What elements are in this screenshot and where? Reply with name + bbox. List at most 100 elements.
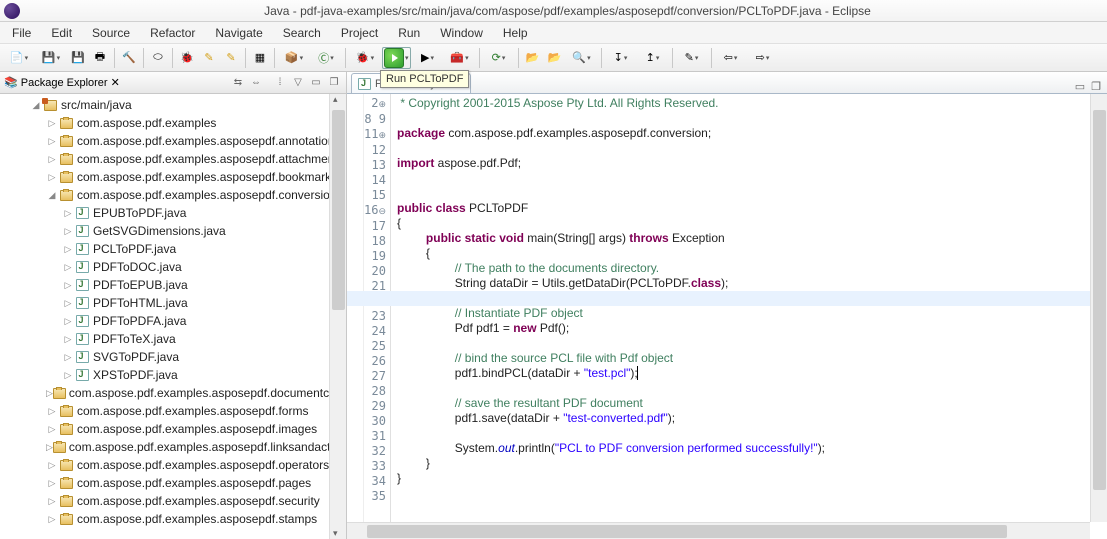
editor-hscrollbar[interactable]	[347, 522, 1090, 539]
package-icon	[60, 424, 73, 435]
pkg-item[interactable]: com.aspose.pdf.examples.asposepdf.docume…	[69, 386, 346, 400]
new-package-button[interactable]: 📦▾	[279, 48, 309, 68]
pkg-item[interactable]: com.aspose.pdf.examples.asposepdf.linksa…	[69, 440, 346, 454]
editor-vscrollbar[interactable]	[1090, 94, 1107, 522]
open-type-button[interactable]: 📂	[523, 48, 543, 68]
new-class-button[interactable]: Ⓒ▾	[311, 48, 341, 68]
external-tools-button[interactable]: 🧰▾	[445, 48, 475, 68]
pkg-item-open[interactable]: com.aspose.pdf.examples.asposepdf.conver…	[77, 188, 336, 202]
menu-source[interactable]: Source	[84, 24, 138, 42]
file-item[interactable]: PDFToHTML.java	[93, 296, 188, 310]
editor-area: PCLToPDF.java ✕ ▭ ❐ 2⊕ 8 9 11⊕ 12 13 14 …	[347, 72, 1107, 539]
last-edit-button[interactable]: ✎▾	[677, 48, 707, 68]
menu-bar: File Edit Source Refactor Navigate Searc…	[0, 22, 1107, 44]
pkg-item[interactable]: com.aspose.pdf.examples.asposepdf.annota…	[77, 134, 341, 148]
menu-edit[interactable]: Edit	[43, 24, 80, 42]
pkg-item[interactable]: com.aspose.pdf.examples.asposepdf.pages	[77, 476, 311, 490]
code-content[interactable]: * Copyright 2001-2015 Aspose Pty Ltd. Al…	[391, 94, 1107, 539]
forward-button[interactable]: ⇨▾	[748, 48, 778, 68]
profile-button[interactable]: ✎	[221, 48, 241, 68]
file-item[interactable]: PDFToDOC.java	[93, 260, 182, 274]
file-item[interactable]: PDFToTeX.java	[93, 332, 176, 346]
collapse-all-button[interactable]: ⇆	[230, 75, 246, 91]
src-folder[interactable]: src/main/java	[61, 98, 132, 112]
package-icon: 📚	[4, 76, 18, 89]
file-item[interactable]: EPUBToPDF.java	[93, 206, 186, 220]
file-item[interactable]: XPSToPDF.java	[93, 368, 178, 382]
pkg-item[interactable]: com.aspose.pdf.examples.asposepdf.images	[77, 422, 317, 436]
editor-gutter[interactable]: 2⊕ 8 9 11⊕ 12 13 14 15 16⊖ 17 18 19 20 2…	[347, 94, 391, 539]
menu-window[interactable]: Window	[432, 24, 491, 42]
save-all-button[interactable]: 💾	[68, 48, 88, 68]
file-item[interactable]: GetSVGDimensions.java	[93, 224, 226, 238]
package-tree[interactable]: ◢src/main/java ▷com.aspose.pdf.examples …	[0, 94, 346, 539]
search-button[interactable]: 🔍▾	[567, 48, 597, 68]
java-file-icon	[76, 297, 89, 309]
code-text: Pdf();	[537, 321, 570, 335]
annotation-prev-button[interactable]: ↥▾	[638, 48, 668, 68]
code-kw: package	[397, 126, 445, 140]
pkg-item[interactable]: com.aspose.pdf.examples.asposepdf.forms	[77, 404, 308, 418]
minimize-button[interactable]: ▭	[308, 75, 324, 91]
menu-navigate[interactable]: Navigate	[207, 24, 270, 42]
pkg-item[interactable]: com.aspose.pdf.examples.asposepdf.bookma…	[77, 170, 337, 184]
pkg-item[interactable]: com.aspose.pdf.examples.asposepdf.securi…	[77, 494, 320, 508]
view-menu-button[interactable]: ▽	[290, 75, 306, 91]
java-file-icon	[76, 279, 89, 291]
pkg-item[interactable]: com.aspose.pdf.examples.asposepdf.operat…	[77, 458, 329, 472]
new-server-button[interactable]: ⟳▾	[484, 48, 514, 68]
code-text: aspose.pdf.Pdf;	[434, 156, 521, 170]
menu-project[interactable]: Project	[333, 24, 386, 42]
new-button[interactable]: 📄▾	[4, 48, 34, 68]
skip-breakpoints-button[interactable]: ⬭	[148, 48, 168, 68]
back-button[interactable]: ⇦▾	[716, 48, 746, 68]
file-item[interactable]: PCLToPDF.java	[93, 242, 176, 256]
code-kw: throws	[629, 231, 668, 245]
package-explorer-title: Package Explorer	[21, 77, 108, 89]
code-string: "test.pcl"	[584, 366, 631, 380]
code-text: );	[818, 441, 825, 455]
package-icon	[60, 460, 73, 471]
code-kw: new	[513, 321, 536, 335]
link-editor-button[interactable]: ⇔	[248, 75, 264, 91]
code-string: "PCL to PDF conversion performed success…	[555, 441, 818, 455]
code-text: Exception	[669, 231, 725, 245]
minimize-editor-button[interactable]: ▭	[1075, 80, 1085, 93]
open-task-button[interactable]: 📂	[545, 48, 565, 68]
save-button[interactable]: 💾▾	[36, 48, 66, 68]
window-titlebar: Java - pdf-java-examples/src/main/java/c…	[0, 0, 1107, 22]
run-last-button[interactable]: ▶▾	[413, 48, 443, 68]
debug-last-button[interactable]: 🐞	[177, 48, 197, 68]
code-text: Pdf pdf1 =	[455, 321, 513, 335]
maximize-editor-button[interactable]: ❐	[1091, 80, 1101, 93]
pkg-item[interactable]: com.aspose.pdf.examples.asposepdf.stamps	[77, 512, 317, 526]
menu-search[interactable]: Search	[275, 24, 329, 42]
maximize-button[interactable]: ❐	[326, 75, 342, 91]
menu-help[interactable]: Help	[495, 24, 536, 42]
code-field: out	[498, 441, 515, 455]
file-item[interactable]: SVGToPDF.java	[93, 350, 179, 364]
print-button[interactable]: 🖶	[90, 48, 110, 68]
file-item[interactable]: PDFToEPUB.java	[93, 278, 188, 292]
code-text: pdf1.bindPCL(dataDir +	[455, 366, 584, 380]
tree-scrollbar[interactable]	[329, 94, 346, 539]
file-item[interactable]: PDFToPDFA.java	[93, 314, 186, 328]
code-string: "test-converted.pdf"	[563, 411, 668, 425]
build-button[interactable]: 🔨	[119, 48, 139, 68]
coverage-button[interactable]: ✎	[199, 48, 219, 68]
java-file-icon	[76, 369, 89, 381]
menu-refactor[interactable]: Refactor	[142, 24, 203, 42]
annotation-next-button[interactable]: ↧▾	[606, 48, 636, 68]
filter-button[interactable]: ⁞	[272, 75, 288, 91]
pkg-item[interactable]: com.aspose.pdf.examples.asposepdf.attach…	[77, 152, 344, 166]
menu-file[interactable]: File	[4, 24, 39, 42]
code-editor[interactable]: 2⊕ 8 9 11⊕ 12 13 14 15 16⊖ 17 18 19 20 2…	[347, 94, 1107, 539]
debug-button[interactable]: 🐞▾	[350, 48, 380, 68]
menu-run[interactable]: Run	[390, 24, 428, 42]
toggle-button[interactable]: ▦	[250, 48, 270, 68]
pkg-item[interactable]: com.aspose.pdf.examples	[77, 116, 216, 130]
run-button[interactable]: ▾	[382, 47, 411, 69]
code-text: );	[721, 276, 728, 290]
java-file-icon	[76, 261, 89, 273]
java-file-icon	[76, 333, 89, 345]
